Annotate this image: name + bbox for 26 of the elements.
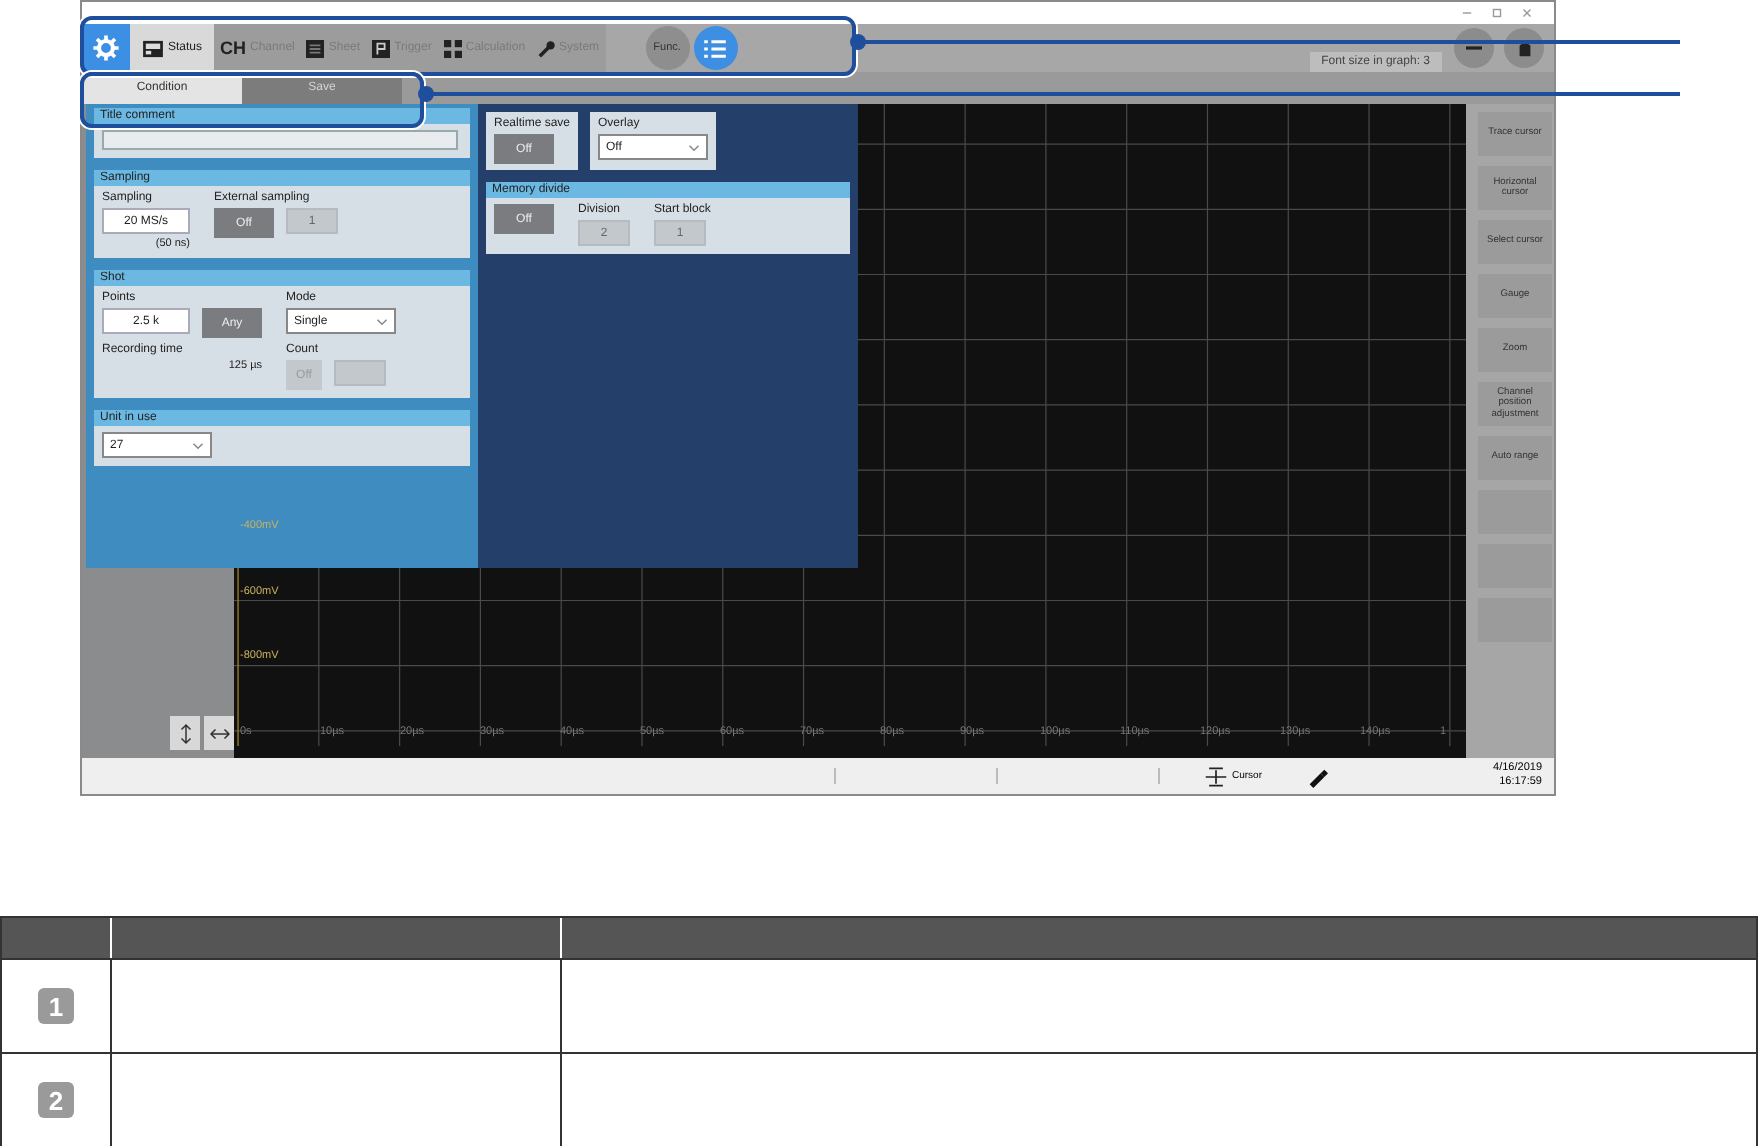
usb-drive-icon bbox=[1306, 765, 1329, 787]
chevron-icon bbox=[376, 317, 388, 325]
minimize-icon[interactable] bbox=[1460, 6, 1474, 20]
settings-button[interactable] bbox=[82, 24, 130, 72]
cursor-icon bbox=[1204, 765, 1228, 787]
sheet-icon bbox=[306, 39, 325, 57]
vertical-scale-button[interactable] bbox=[170, 716, 200, 750]
horizontal-arrows-icon bbox=[207, 727, 231, 739]
list-button[interactable] bbox=[693, 26, 738, 70]
chevron-icon bbox=[688, 143, 701, 151]
vertical-arrows-icon bbox=[179, 721, 191, 745]
chevron-icon bbox=[192, 441, 204, 449]
number-badge: 2 bbox=[38, 1082, 74, 1118]
close-icon[interactable] bbox=[1520, 6, 1534, 20]
zoom-out-button[interactable] bbox=[1454, 28, 1494, 68]
input-field[interactable] bbox=[102, 130, 458, 150]
number-badge: 1 bbox=[38, 988, 74, 1024]
list-icon bbox=[704, 39, 727, 57]
horizontal-scale-button[interactable] bbox=[204, 716, 234, 750]
grid-icon bbox=[443, 39, 462, 57]
wrench-icon bbox=[537, 39, 556, 57]
flag-icon bbox=[372, 39, 391, 57]
maximize-icon[interactable] bbox=[1490, 6, 1504, 20]
pointer-button[interactable] bbox=[1504, 28, 1544, 68]
settings-icon bbox=[92, 34, 120, 62]
monitor-icon bbox=[142, 39, 164, 57]
